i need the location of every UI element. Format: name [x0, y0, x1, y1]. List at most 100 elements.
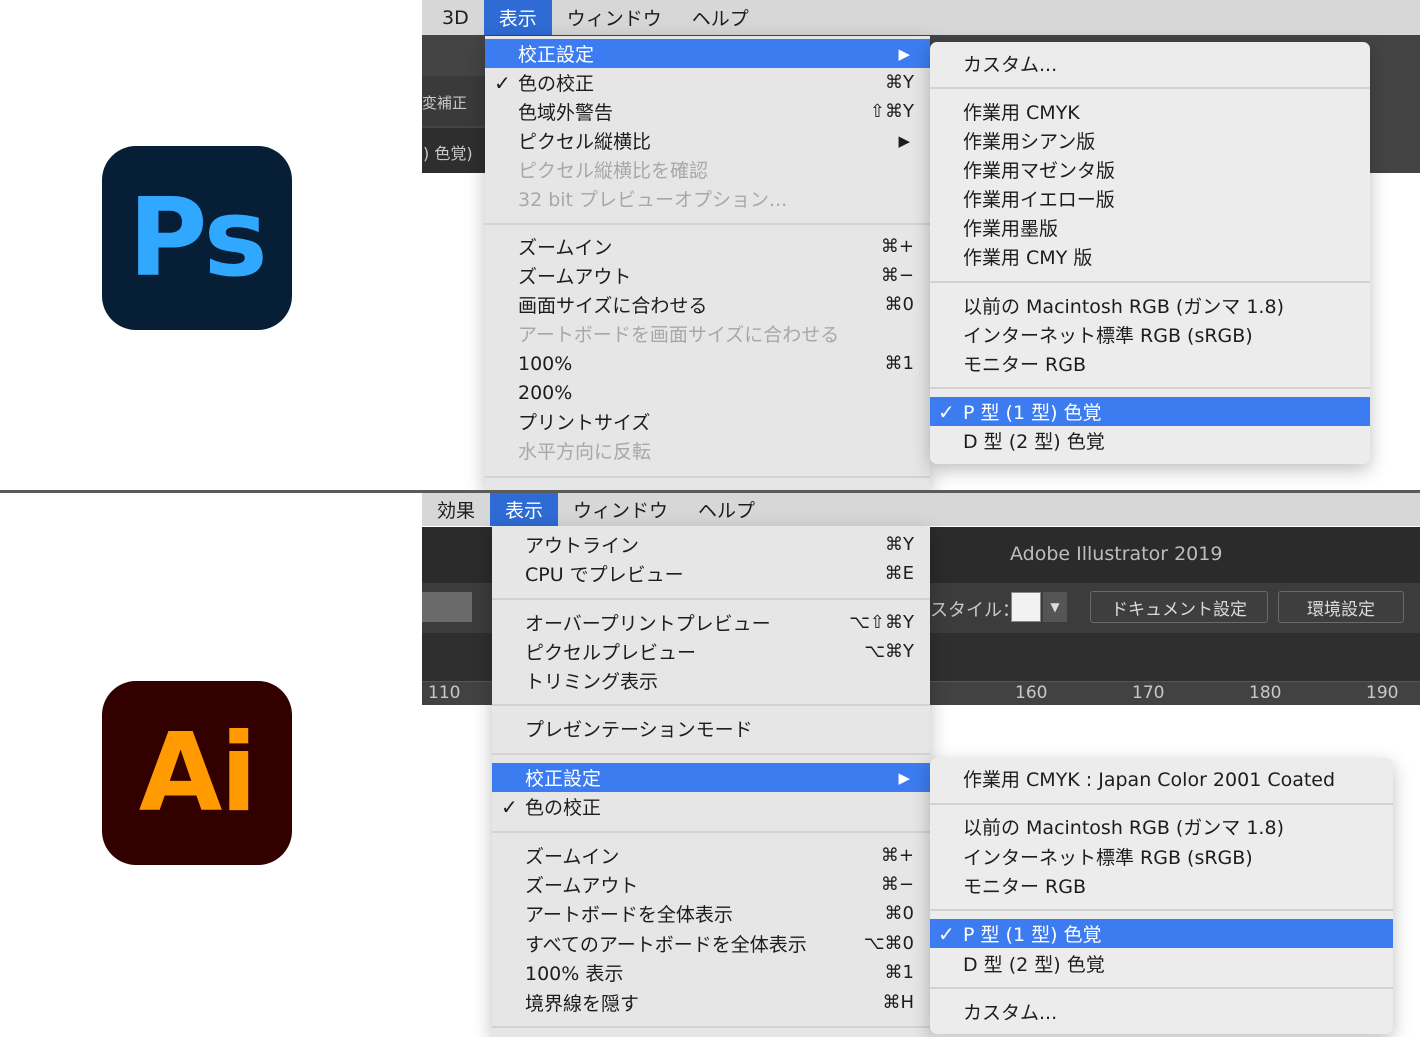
menu-item-label: 校正設定 — [525, 768, 602, 790]
ps-sub-protanopia[interactable]: ✓ P 型 (1 型) 色覚 — [930, 397, 1370, 426]
chevron-down-icon[interactable]: ▼ — [1043, 592, 1067, 622]
ps-menu-item-fit-screen[interactable]: 画面サイズに合わせる ⌘0 — [485, 290, 930, 319]
menu-item-label: 水平方向に反転 — [518, 441, 652, 463]
ai-menu-item-proof-setup[interactable]: 校正設定 ▶ — [492, 763, 930, 792]
ai-menu-item-proof-colors[interactable]: ✓ 色の校正 — [492, 792, 930, 821]
ai-sub-working-cmyk[interactable]: 作業用 CMYK : Japan Color 2001 Coated — [930, 764, 1393, 793]
ai-menu-item-outline[interactable]: アウトライン ⌘Y — [492, 530, 930, 559]
menu-separator — [492, 1026, 930, 1028]
ps-sub-deuteranopia[interactable]: D 型 (2 型) 色覚 — [930, 426, 1370, 455]
ps-menu-item-zoom-out[interactable]: ズームアウト ⌘− — [485, 261, 930, 290]
ai-style-label: スタイル： — [930, 600, 1020, 621]
menu-item-label: 作業用マゼンタ版 — [963, 160, 1116, 182]
menu-item-shortcut: ⌘+ — [880, 845, 914, 866]
ps-menu-item-fit-artboard: アートボードを画面サイズに合わせる — [485, 319, 930, 348]
ps-sub-custom[interactable]: カスタム... — [930, 49, 1370, 78]
menu-item-label: プレゼンテーションモード — [525, 719, 753, 741]
ai-menu-effect[interactable]: 効果 — [422, 493, 490, 526]
ai-menu-item-overprint-preview[interactable]: オーバープリントプレビュー ⌥⇧⌘Y — [492, 608, 930, 637]
menu-item-label: 作業用 CMYK : Japan Color 2001 Coated — [963, 769, 1336, 791]
ps-menu-window[interactable]: ウィンドウ — [552, 0, 677, 35]
ai-menu-view[interactable]: 表示 — [490, 493, 559, 526]
menu-item-shortcut: ⌘0 — [884, 903, 914, 924]
ps-menu-item-proof-setup[interactable]: 校正設定 ▶ — [485, 39, 930, 68]
ai-menu-item-zoom-out[interactable]: ズームアウト ⌘− — [492, 870, 930, 899]
menu-item-label: 以前の Macintosh RGB (ガンマ 1.8) — [963, 296, 1284, 318]
menu-separator — [492, 598, 930, 600]
photoshop-logo-text: Ps — [128, 175, 268, 301]
menu-item-shortcut: ⌘− — [880, 874, 914, 895]
ps-menu-item-100[interactable]: 100% ⌘1 — [485, 349, 930, 378]
ai-menu-item-hide-edges[interactable]: 境界線を隠す ⌘H — [492, 988, 930, 1017]
ps-sub-working-black[interactable]: 作業用墨版 — [930, 213, 1370, 242]
ai-sub-protanopia[interactable]: ✓ P 型 (1 型) 色覚 — [930, 919, 1393, 948]
ai-menu-item-actual-size[interactable]: 100% 表示 ⌘1 — [492, 958, 930, 987]
ai-menu-window[interactable]: ウィンドウ — [558, 493, 683, 526]
ps-menu-help[interactable]: ヘルプ — [677, 0, 764, 35]
menu-item-label: 32 bit プレビューオプション... — [518, 189, 788, 211]
ps-menu-item-gamut-warning[interactable]: 色域外警告 ⇧⌘Y — [485, 97, 930, 126]
ps-sub-working-magenta[interactable]: 作業用マゼンタ版 — [930, 155, 1370, 184]
ps-menu-item-pixel-aspect[interactable]: ピクセル縦横比 ▶ — [485, 126, 930, 155]
menu-item-label: ピクセルプレビュー — [525, 642, 697, 664]
ai-menu-item-zoom-in[interactable]: ズームイン ⌘+ — [492, 841, 930, 870]
ai-menu-item-fit-artboard[interactable]: アートボードを全体表示 ⌘0 — [492, 899, 930, 928]
menu-item-label: D 型 (2 型) 色覚 — [963, 431, 1105, 453]
menu-item-label: オーバープリントプレビュー — [525, 613, 771, 635]
menu-separator — [485, 476, 930, 478]
menu-item-label: 色域外警告 — [518, 102, 614, 124]
ps-sub-legacy-mac-rgb[interactable]: 以前の Macintosh RGB (ガンマ 1.8) — [930, 291, 1370, 320]
ps-menu-item-flip-horizontal: 水平方向に反転 — [485, 436, 930, 465]
ai-sub-deuteranopia[interactable]: D 型 (2 型) 色覚 — [930, 949, 1393, 978]
menu-item-shortcut: ⌘0 — [884, 294, 914, 315]
ps-sub-monitor-rgb[interactable]: モニター RGB — [930, 349, 1370, 378]
checkmark-icon: ✓ — [938, 921, 955, 946]
menu-item-shortcut: ⌘− — [880, 265, 914, 286]
ai-sub-monitor-rgb[interactable]: モニター RGB — [930, 871, 1393, 900]
ai-sub-custom[interactable]: カスタム... — [930, 997, 1393, 1026]
ps-menu-3d[interactable]: 3D — [422, 0, 484, 35]
menu-item-label: ズームアウト — [518, 266, 632, 288]
ai-sub-srgb[interactable]: インターネット標準 RGB (sRGB) — [930, 842, 1393, 871]
ps-sub-working-yellow[interactable]: 作業用イエロー版 — [930, 184, 1370, 213]
ai-menu-item-presentation-mode[interactable]: プレゼンテーションモード — [492, 714, 930, 743]
checkmark-icon: ✓ — [494, 70, 511, 95]
menu-item-label: 作業用イエロー版 — [963, 189, 1115, 211]
ai-preferences-button[interactable]: 環境設定 — [1278, 591, 1404, 623]
menu-item-label: モニター RGB — [963, 876, 1086, 898]
ai-menu-item-trim-view[interactable]: トリミング表示 — [492, 666, 930, 695]
ai-menu-item-fit-all[interactable]: すべてのアートボードを全体表示 ⌥⌘0 — [492, 929, 930, 958]
ai-sub-legacy-mac-rgb[interactable]: 以前の Macintosh RGB (ガンマ 1.8) — [930, 812, 1393, 841]
ai-document-settings-button[interactable]: ドキュメント設定 — [1090, 591, 1268, 623]
ai-menu-item-pixel-preview[interactable]: ピクセルプレビュー ⌥⌘Y — [492, 637, 930, 666]
checkmark-icon: ✓ — [501, 794, 518, 819]
ai-window-title: Adobe Illustrator 2019 — [1010, 543, 1223, 565]
ai-menu-item-cpu-preview[interactable]: CPU でプレビュー ⌘E — [492, 559, 930, 588]
menu-item-label: CPU でプレビュー — [525, 564, 684, 586]
menu-item-label: アートボードを全体表示 — [525, 904, 733, 926]
menu-separator — [930, 987, 1393, 989]
ruler-tick-label: 160 — [1015, 683, 1048, 703]
menu-item-shortcut: ⌘E — [884, 563, 914, 584]
ai-style-swatch[interactable] — [1011, 592, 1041, 622]
ps-sub-working-cmy[interactable]: 作業用 CMY 版 — [930, 242, 1370, 271]
menu-item-label: 作業用 CMYK — [963, 102, 1080, 124]
illustrator-logo-icon: Ai — [102, 681, 292, 865]
ps-menu-item-200[interactable]: 200% — [485, 378, 930, 407]
ps-menu-item-proof-colors[interactable]: ✓ 色の校正 ⌘Y — [485, 68, 930, 97]
ps-sub-srgb[interactable]: インターネット標準 RGB (sRGB) — [930, 320, 1370, 349]
menu-item-label: ピクセル縦横比 — [518, 131, 652, 153]
menu-item-label: カスタム... — [963, 54, 1058, 76]
ai-menu-help[interactable]: ヘルプ — [683, 493, 770, 526]
ps-menu-item-print-size[interactable]: プリントサイズ — [485, 407, 930, 436]
menu-item-label: インターネット標準 RGB (sRGB) — [963, 325, 1253, 347]
ps-menu-item-zoom-in[interactable]: ズームイン ⌘+ — [485, 232, 930, 261]
menu-item-label: 色の校正 — [525, 797, 602, 819]
ps-sub-working-cyan[interactable]: 作業用シアン版 — [930, 126, 1370, 155]
menu-separator — [492, 831, 930, 833]
ps-sub-working-cmyk[interactable]: 作業用 CMYK — [930, 97, 1370, 126]
menu-item-label: P 型 (1 型) 色覚 — [963, 402, 1102, 424]
menu-item-label: カスタム... — [963, 1002, 1058, 1024]
ps-menu-view[interactable]: 表示 — [483, 0, 552, 35]
menu-item-label: モニター RGB — [963, 354, 1086, 376]
